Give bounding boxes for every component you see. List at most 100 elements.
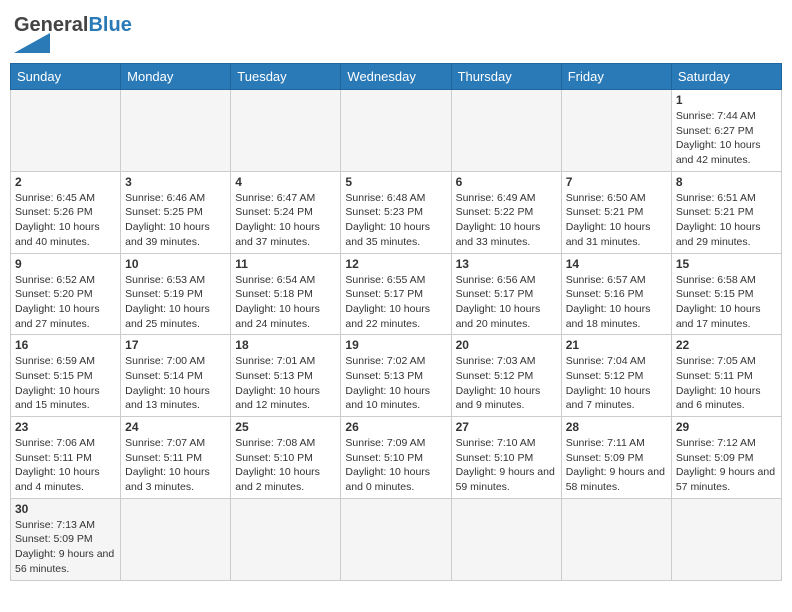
day-number: 28 bbox=[566, 420, 667, 434]
day-info: Sunrise: 6:45 AMSunset: 5:26 PMDaylight:… bbox=[15, 191, 116, 250]
weekday-header-wednesday: Wednesday bbox=[341, 64, 451, 90]
day-number: 12 bbox=[345, 257, 446, 271]
calendar-cell: 16 Sunrise: 6:59 AMSunset: 5:15 PMDayligh… bbox=[11, 335, 121, 417]
day-info: Sunrise: 7:09 AMSunset: 5:10 PMDaylight:… bbox=[345, 436, 446, 495]
calendar-cell: 8 Sunrise: 6:51 AMSunset: 5:21 PMDaylight… bbox=[671, 171, 781, 253]
calendar-cell: 28 Sunrise: 7:11 AMSunset: 5:09 PMDayligh… bbox=[561, 417, 671, 499]
day-info: Sunrise: 7:06 AMSunset: 5:11 PMDaylight:… bbox=[15, 436, 116, 495]
day-number: 29 bbox=[676, 420, 777, 434]
logo: General Blue bbox=[14, 14, 132, 53]
calendar-cell: 30 Sunrise: 7:13 AMSunset: 5:09 PMDayligh… bbox=[11, 498, 121, 580]
day-number: 22 bbox=[676, 338, 777, 352]
day-number: 14 bbox=[566, 257, 667, 271]
day-info: Sunrise: 6:53 AMSunset: 5:19 PMDaylight:… bbox=[125, 273, 226, 332]
day-info: Sunrise: 7:00 AMSunset: 5:14 PMDaylight:… bbox=[125, 354, 226, 413]
calendar-cell: 18 Sunrise: 7:01 AMSunset: 5:13 PMDayligh… bbox=[231, 335, 341, 417]
page-header: General Blue bbox=[10, 10, 782, 57]
calendar-cell bbox=[561, 498, 671, 580]
day-number: 30 bbox=[15, 502, 116, 516]
day-info: Sunrise: 7:08 AMSunset: 5:10 PMDaylight:… bbox=[235, 436, 336, 495]
day-info: Sunrise: 7:44 AMSunset: 6:27 PMDaylight:… bbox=[676, 109, 777, 168]
day-number: 19 bbox=[345, 338, 446, 352]
day-info: Sunrise: 7:02 AMSunset: 5:13 PMDaylight:… bbox=[345, 354, 446, 413]
day-number: 27 bbox=[456, 420, 557, 434]
calendar-cell: 23 Sunrise: 7:06 AMSunset: 5:11 PMDayligh… bbox=[11, 417, 121, 499]
calendar-cell bbox=[121, 90, 231, 172]
day-info: Sunrise: 6:50 AMSunset: 5:21 PMDaylight:… bbox=[566, 191, 667, 250]
day-number: 4 bbox=[235, 175, 336, 189]
calendar-cell: 25Sunrise: 7:08 AMSunset: 5:10 PMDayligh… bbox=[231, 417, 341, 499]
calendar-cell: 3Sunrise: 6:46 AMSunset: 5:25 PMDaylight… bbox=[121, 171, 231, 253]
day-info: Sunrise: 7:05 AMSunset: 5:11 PMDaylight:… bbox=[676, 354, 777, 413]
day-info: Sunrise: 6:48 AMSunset: 5:23 PMDaylight:… bbox=[345, 191, 446, 250]
calendar-cell bbox=[671, 498, 781, 580]
day-number: 15 bbox=[676, 257, 777, 271]
weekday-header-tuesday: Tuesday bbox=[231, 64, 341, 90]
calendar-week-row: 30 Sunrise: 7:13 AMSunset: 5:09 PMDayligh… bbox=[11, 498, 782, 580]
day-info: Sunrise: 6:59 AMSunset: 5:15 PMDaylight:… bbox=[15, 354, 116, 413]
calendar-cell bbox=[561, 90, 671, 172]
day-info: Sunrise: 7:01 AMSunset: 5:13 PMDaylight:… bbox=[235, 354, 336, 413]
day-number: 18 bbox=[235, 338, 336, 352]
calendar-cell: 13 Sunrise: 6:56 AMSunset: 5:17 PMDayligh… bbox=[451, 253, 561, 335]
day-number: 7 bbox=[566, 175, 667, 189]
day-number: 16 bbox=[15, 338, 116, 352]
day-number: 5 bbox=[345, 175, 446, 189]
calendar-cell: 20 Sunrise: 7:03 AMSunset: 5:12 PMDayligh… bbox=[451, 335, 561, 417]
day-info: Sunrise: 7:13 AMSunset: 5:09 PMDaylight:… bbox=[15, 518, 116, 577]
calendar-cell: 7 Sunrise: 6:50 AMSunset: 5:21 PMDaylight… bbox=[561, 171, 671, 253]
calendar-cell: 24Sunrise: 7:07 AMSunset: 5:11 PMDayligh… bbox=[121, 417, 231, 499]
calendar-cell: 9Sunrise: 6:52 AMSunset: 5:20 PMDaylight… bbox=[11, 253, 121, 335]
calendar-cell: 22 Sunrise: 7:05 AMSunset: 5:11 PMDayligh… bbox=[671, 335, 781, 417]
day-number: 11 bbox=[235, 257, 336, 271]
calendar-cell bbox=[231, 90, 341, 172]
calendar-cell: 11 Sunrise: 6:54 AMSunset: 5:18 PMDayligh… bbox=[231, 253, 341, 335]
day-info: Sunrise: 7:11 AMSunset: 5:09 PMDaylight:… bbox=[566, 436, 667, 495]
calendar-cell bbox=[451, 498, 561, 580]
calendar-cell: 15 Sunrise: 6:58 AMSunset: 5:15 PMDayligh… bbox=[671, 253, 781, 335]
calendar-cell: 26 Sunrise: 7:09 AMSunset: 5:10 PMDayligh… bbox=[341, 417, 451, 499]
calendar-cell: 5 Sunrise: 6:48 AMSunset: 5:23 PMDaylight… bbox=[341, 171, 451, 253]
day-number: 26 bbox=[345, 420, 446, 434]
calendar-cell bbox=[121, 498, 231, 580]
day-number: 23 bbox=[15, 420, 116, 434]
logo-blue-text: Blue bbox=[88, 14, 131, 37]
day-info: Sunrise: 6:57 AMSunset: 5:16 PMDaylight:… bbox=[566, 273, 667, 332]
day-info: Sunrise: 6:58 AMSunset: 5:15 PMDaylight:… bbox=[676, 273, 777, 332]
day-info: Sunrise: 6:47 AMSunset: 5:24 PMDaylight:… bbox=[235, 191, 336, 250]
calendar-cell: 10Sunrise: 6:53 AMSunset: 5:19 PMDayligh… bbox=[121, 253, 231, 335]
day-number: 20 bbox=[456, 338, 557, 352]
calendar-cell: 6 Sunrise: 6:49 AMSunset: 5:22 PMDaylight… bbox=[451, 171, 561, 253]
day-info: Sunrise: 7:04 AMSunset: 5:12 PMDaylight:… bbox=[566, 354, 667, 413]
calendar-cell: 21Sunrise: 7:04 AMSunset: 5:12 PMDayligh… bbox=[561, 335, 671, 417]
calendar-table: SundayMondayTuesdayWednesdayThursdayFrid… bbox=[10, 63, 782, 581]
day-number: 2 bbox=[15, 175, 116, 189]
day-info: Sunrise: 6:54 AMSunset: 5:18 PMDaylight:… bbox=[235, 273, 336, 332]
day-info: Sunrise: 6:56 AMSunset: 5:17 PMDaylight:… bbox=[456, 273, 557, 332]
weekday-header-sunday: Sunday bbox=[11, 64, 121, 90]
weekday-header-monday: Monday bbox=[121, 64, 231, 90]
calendar-cell: 14 Sunrise: 6:57 AMSunset: 5:16 PMDayligh… bbox=[561, 253, 671, 335]
calendar-week-row: 2 Sunrise: 6:45 AMSunset: 5:26 PMDaylight… bbox=[11, 171, 782, 253]
calendar-cell: 4 Sunrise: 6:47 AMSunset: 5:24 PMDaylight… bbox=[231, 171, 341, 253]
calendar-cell: 2 Sunrise: 6:45 AMSunset: 5:26 PMDaylight… bbox=[11, 171, 121, 253]
day-info: Sunrise: 7:03 AMSunset: 5:12 PMDaylight:… bbox=[456, 354, 557, 413]
day-info: Sunrise: 6:49 AMSunset: 5:22 PMDaylight:… bbox=[456, 191, 557, 250]
day-info: Sunrise: 7:12 AMSunset: 5:09 PMDaylight:… bbox=[676, 436, 777, 495]
day-number: 6 bbox=[456, 175, 557, 189]
day-number: 1 bbox=[676, 93, 777, 107]
day-number: 9 bbox=[15, 257, 116, 271]
calendar-cell: 29 Sunrise: 7:12 AMSunset: 5:09 PMDayligh… bbox=[671, 417, 781, 499]
day-number: 24 bbox=[125, 420, 226, 434]
calendar-week-row: 9Sunrise: 6:52 AMSunset: 5:20 PMDaylight… bbox=[11, 253, 782, 335]
logo-triangle-icon bbox=[14, 33, 50, 53]
day-number: 13 bbox=[456, 257, 557, 271]
calendar-cell bbox=[341, 90, 451, 172]
day-info: Sunrise: 6:51 AMSunset: 5:21 PMDaylight:… bbox=[676, 191, 777, 250]
calendar-week-row: 16 Sunrise: 6:59 AMSunset: 5:15 PMDayligh… bbox=[11, 335, 782, 417]
day-number: 17 bbox=[125, 338, 226, 352]
day-number: 8 bbox=[676, 175, 777, 189]
calendar-week-row: 23 Sunrise: 7:06 AMSunset: 5:11 PMDayligh… bbox=[11, 417, 782, 499]
day-number: 3 bbox=[125, 175, 226, 189]
weekday-header-thursday: Thursday bbox=[451, 64, 561, 90]
